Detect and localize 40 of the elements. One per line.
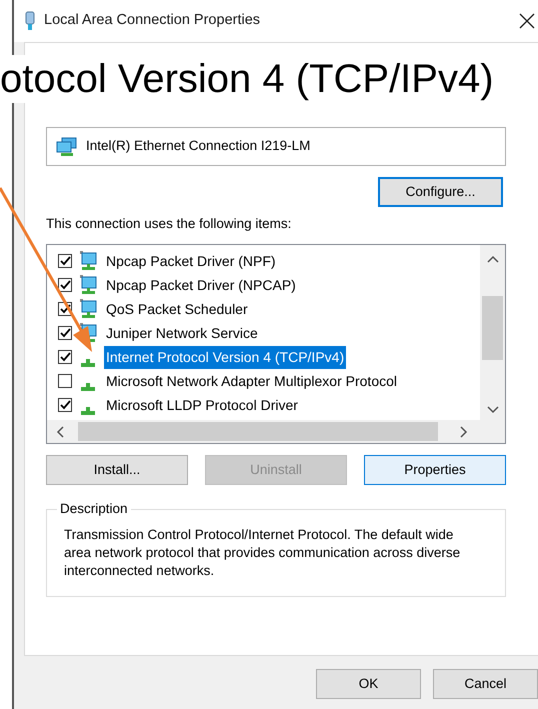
network-cable-icon xyxy=(24,11,36,31)
list-item[interactable]: Microsoft LLDP Protocol Driver xyxy=(104,394,300,417)
checkbox[interactable] xyxy=(58,278,72,292)
network-service-icon xyxy=(77,275,99,296)
scroll-left-icon[interactable] xyxy=(56,426,64,438)
list-item[interactable]: Microsoft Network Adapter Multiplexor Protocol xyxy=(104,370,399,393)
list-item[interactable]: QoS Packet Scheduler xyxy=(104,298,250,321)
vertical-scrollbar[interactable] xyxy=(480,245,505,420)
network-adapter-icon xyxy=(56,136,78,156)
horizontal-scrollbar[interactable] xyxy=(47,420,505,444)
description-text: Transmission Control Protocol/Internet Protocol. The default wide area network protocol that provides communication across diverse interconnected networks. xyxy=(64,526,462,580)
action-button[interactable]: Install... xyxy=(46,455,188,486)
network-protocol-icon xyxy=(81,383,95,392)
adapter-field: Intel(R) Ethernet Connection I219-LM xyxy=(46,127,506,166)
network-protocol-icon xyxy=(81,407,95,416)
items-label: This connection uses the following items: xyxy=(46,215,292,233)
network-protocol-icon xyxy=(81,359,95,368)
checkbox[interactable] xyxy=(58,350,72,364)
window-title: Local Area Connection Properties xyxy=(44,11,262,30)
close-icon[interactable] xyxy=(519,13,535,29)
configure-button[interactable]: Configure... xyxy=(378,177,503,207)
list-item[interactable]: Internet Protocol Version 4 (TCP/IPv4) xyxy=(104,346,346,369)
list-item[interactable]: Npcap Packet Driver (NPCAP) xyxy=(104,274,298,297)
network-service-icon xyxy=(77,299,99,320)
action-button[interactable]: Properties xyxy=(364,455,506,486)
scroll-up-icon[interactable] xyxy=(486,255,498,264)
list-item[interactable]: Npcap Packet Driver (NPF) xyxy=(104,250,278,273)
description-legend: Description xyxy=(57,501,131,518)
list-item[interactable]: Juniper Network Service xyxy=(104,322,260,345)
scroll-thumb[interactable] xyxy=(482,296,503,360)
cancel-button[interactable]: Cancel xyxy=(433,669,538,699)
checkbox[interactable] xyxy=(58,254,72,268)
scroll-right-icon[interactable] xyxy=(460,426,468,438)
scroll-thumb[interactable] xyxy=(78,422,438,442)
network-service-icon xyxy=(77,251,99,272)
ok-button[interactable]: OK xyxy=(316,669,421,699)
checkbox[interactable] xyxy=(58,398,72,412)
checkbox[interactable] xyxy=(58,326,72,340)
scroll-down-icon[interactable] xyxy=(486,406,498,414)
checkbox[interactable] xyxy=(58,374,72,388)
